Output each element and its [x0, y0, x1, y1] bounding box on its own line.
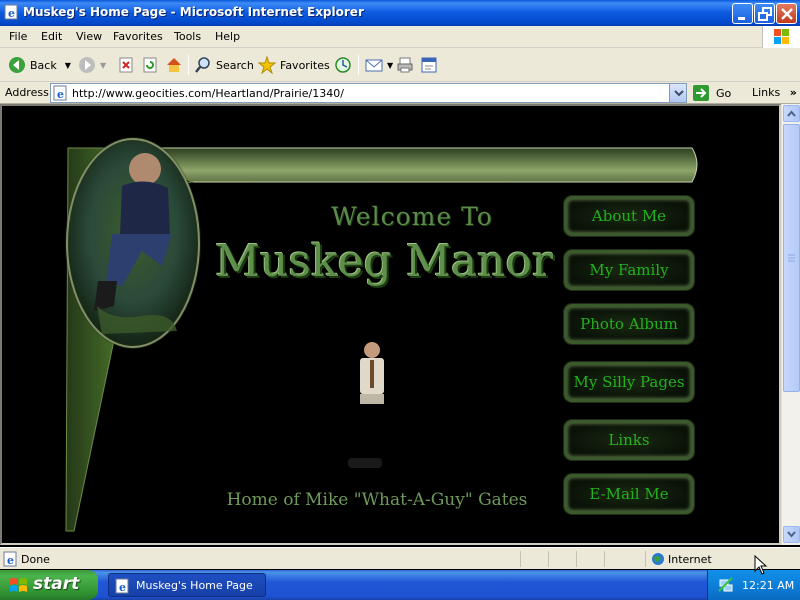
- mail-dropdown-icon[interactable]: ▼: [387, 61, 393, 70]
- star-icon: [257, 55, 277, 75]
- favorites-button[interactable]: Favorites: [257, 54, 330, 76]
- restore-button[interactable]: [754, 3, 775, 24]
- globe-icon: [651, 552, 665, 569]
- close-button[interactable]: [776, 3, 797, 24]
- site-title: Muskeg Manor: [215, 236, 553, 287]
- links-label: Links: [752, 86, 781, 99]
- ie-page-icon: e: [4, 4, 20, 20]
- status-divider: [520, 551, 521, 567]
- menu-help[interactable]: Help: [215, 30, 240, 43]
- nav-links[interactable]: Links: [564, 420, 694, 460]
- nav-my-family[interactable]: My Family: [564, 250, 694, 290]
- home-button[interactable]: [165, 54, 187, 76]
- svg-text:e: e: [57, 88, 64, 101]
- welcome-heading: Welcome To: [331, 202, 493, 231]
- edit-button[interactable]: [420, 54, 442, 76]
- search-button[interactable]: Search: [194, 54, 254, 76]
- refresh-button[interactable]: [141, 54, 163, 76]
- back-dropdown-icon[interactable]: ▼: [65, 61, 71, 70]
- windows-flag-icon: [9, 576, 29, 599]
- nav-my-silly-pages[interactable]: My Silly Pages: [564, 362, 694, 402]
- search-label: Search: [216, 58, 254, 72]
- favorites-label: Favorites: [280, 58, 330, 72]
- address-url: http://www.geocities.com/Heartland/Prair…: [72, 87, 344, 100]
- address-input[interactable]: e http://www.geocities.com/Heartland/Pra…: [50, 83, 687, 103]
- nav-about-me[interactable]: About Me: [564, 196, 694, 236]
- ie-page-icon: e: [115, 578, 131, 597]
- scroll-thumb[interactable]: [783, 124, 800, 392]
- scroll-up-button[interactable]: [783, 105, 800, 122]
- vertical-scrollbar[interactable]: [781, 104, 800, 545]
- window-title: Muskeg's Home Page - Microsoft Internet …: [23, 5, 364, 19]
- nav-email-me[interactable]: E-Mail Me: [564, 474, 694, 514]
- mail-icon: [365, 56, 383, 74]
- network-icon[interactable]: [718, 577, 734, 596]
- status-divider: [604, 551, 605, 567]
- start-label: start: [33, 574, 80, 594]
- address-dropdown-button[interactable]: [669, 84, 686, 102]
- scroll-down-button[interactable]: [783, 526, 800, 543]
- back-button[interactable]: Back ▼: [8, 54, 71, 76]
- standard-toolbar: Back ▼ ▼ Search Favorites ▼: [0, 48, 800, 82]
- forward-button[interactable]: ▼: [78, 54, 106, 76]
- page-done-icon: e: [3, 551, 19, 570]
- go-label: Go: [716, 86, 732, 100]
- menu-view[interactable]: View: [76, 30, 102, 43]
- status-text: Done: [21, 553, 50, 566]
- print-button[interactable]: [396, 54, 418, 76]
- page-viewport[interactable]: Welcome To Muskeg Manor Home of Mike "Wh…: [0, 104, 781, 545]
- windows-logo-icon: [762, 26, 800, 48]
- menu-tools[interactable]: Tools: [174, 30, 201, 43]
- start-button[interactable]: start: [0, 570, 98, 600]
- svg-text:e: e: [7, 554, 14, 567]
- clock: 12:21 AM: [742, 579, 795, 592]
- nav-photo-album[interactable]: Photo Album: [564, 304, 694, 344]
- printer-icon: [396, 56, 414, 74]
- home-icon: [165, 56, 183, 74]
- back-label: Back: [30, 58, 57, 72]
- status-divider: [576, 551, 577, 567]
- refresh-icon: [141, 56, 159, 74]
- security-zone: Internet: [668, 553, 712, 566]
- taskbar: start e Muskeg's Home Page ... 12:21 AM: [0, 570, 800, 600]
- menu-bar: File Edit View Favorites Tools Help: [0, 26, 800, 48]
- ie-page-icon: e: [53, 85, 69, 101]
- stop-icon: [117, 56, 135, 74]
- window-title-bar[interactable]: e Muskeg's Home Page - Microsoft Interne…: [0, 0, 800, 26]
- forward-dropdown-icon[interactable]: ▼: [100, 61, 106, 70]
- history-icon: [334, 56, 352, 74]
- minimize-button[interactable]: [732, 3, 753, 24]
- go-button[interactable]: Go: [692, 83, 731, 103]
- status-divider: [645, 551, 646, 567]
- mouse-cursor-icon: [754, 554, 768, 578]
- go-arrow-icon: [693, 85, 709, 101]
- taskbar-item-label: Muskeg's Home Page ...: [136, 579, 253, 600]
- status-bar: e Done Internet: [0, 547, 800, 569]
- menu-edit[interactable]: Edit: [41, 30, 62, 43]
- status-divider: [548, 551, 549, 567]
- mail-button[interactable]: ▼: [365, 54, 393, 76]
- toolbar-separator: [188, 55, 189, 75]
- back-arrow-icon: [8, 56, 26, 74]
- site-subtitle: Home of Mike "What-A-Guy" Gates: [226, 490, 528, 510]
- taskbar-item-ie[interactable]: e Muskeg's Home Page ...: [108, 573, 266, 600]
- links-toolbar[interactable]: Links »: [752, 86, 797, 99]
- svg-text:e: e: [8, 7, 15, 20]
- search-icon: [194, 56, 212, 74]
- address-label: Address: [5, 86, 49, 99]
- menu-file[interactable]: File: [9, 30, 27, 43]
- address-bar: Address e http://www.geocities.com/Heart…: [0, 82, 800, 104]
- toolbar-separator: [358, 55, 359, 75]
- svg-text:e: e: [119, 581, 126, 594]
- edit-page-icon: [420, 56, 438, 74]
- forward-arrow-icon: [78, 56, 96, 74]
- menu-favorites[interactable]: Favorites: [113, 30, 163, 43]
- chevron-right-icon: »: [789, 86, 797, 99]
- stop-button[interactable]: [117, 54, 139, 76]
- history-button[interactable]: [334, 54, 356, 76]
